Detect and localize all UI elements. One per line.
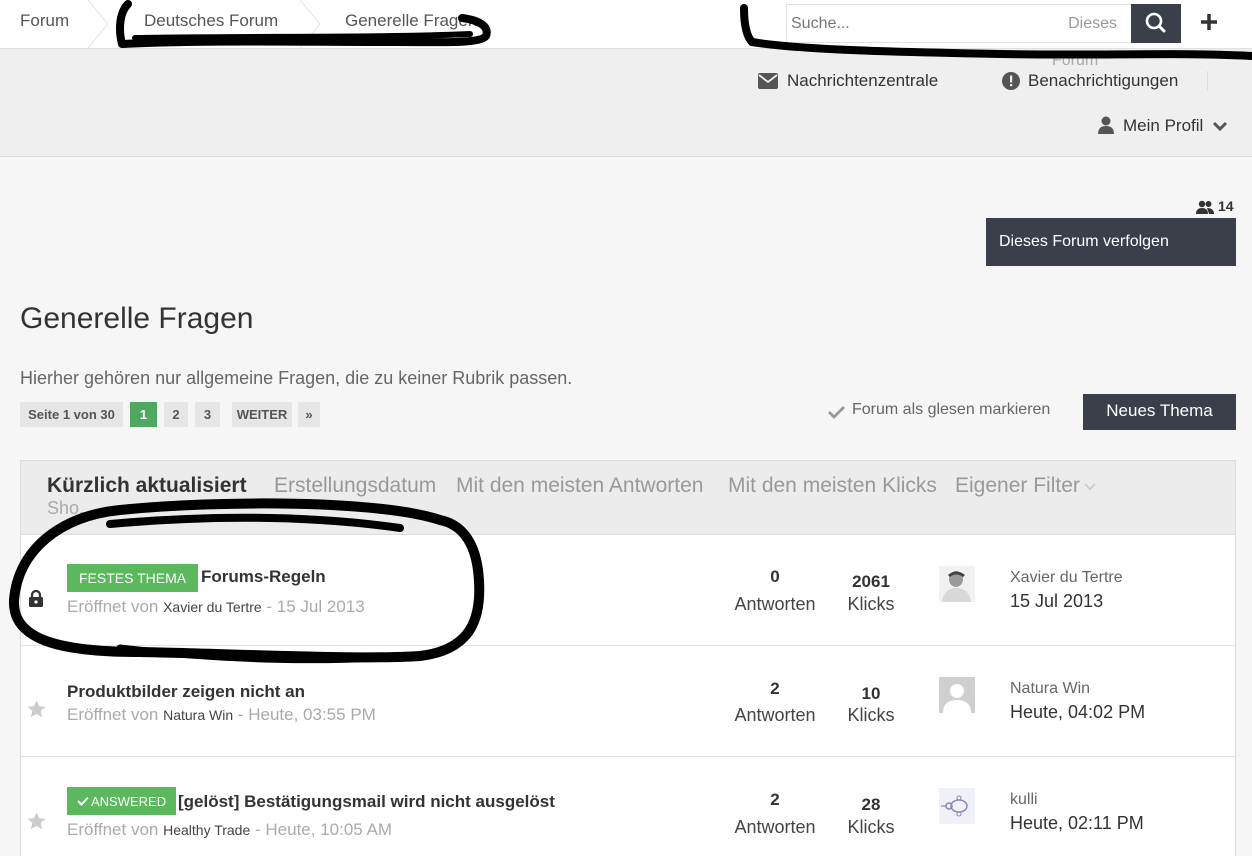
topic-title-link[interactable]: Forums-Regeln (201, 567, 326, 587)
profile-menu[interactable]: Mein Profil (1123, 116, 1203, 136)
search-box: Dieses (786, 4, 1132, 43)
search-icon (1145, 12, 1166, 33)
tab-custom-filter[interactable]: Eigener Filter (955, 474, 1080, 498)
topic-date: - Heute, 03:55 PM (237, 705, 376, 724)
last-post-user[interactable]: Natura Win (1010, 680, 1090, 698)
view-label: Klicks (847, 594, 895, 614)
top-bar: Forum Deutsches Forum Generelle Fragen D… (0, 0, 1252, 49)
view-count: 10 (861, 684, 881, 703)
user-photo-icon (939, 566, 975, 602)
reply-count: 0 (770, 567, 780, 586)
topic-row[interactable]: ANSWERED [gelöst] Bestätigungsmail wird … (21, 757, 1235, 856)
view-count: 28 (861, 795, 881, 814)
last-post-user[interactable]: Xavier du Tertre (1010, 569, 1123, 587)
tab-creation-date[interactable]: Erstellungsdatum (274, 474, 436, 498)
envelope-icon (758, 73, 778, 89)
followers-icon (1196, 200, 1214, 214)
topic-meta: Eröffnet von Natura Win - Heute, 03:55 P… (67, 705, 376, 725)
tab-most-replies[interactable]: Mit den meisten Antworten (456, 474, 703, 498)
star-icon[interactable] (27, 700, 46, 718)
page-indicator: Seite 1 von 30 (20, 402, 123, 427)
view-label: Klicks (847, 705, 895, 725)
author-link[interactable]: Xavier du Tertre (163, 599, 262, 615)
fractal-avatar-icon (939, 788, 975, 824)
last-post-date[interactable]: 15 Jul 2013 (1010, 591, 1103, 612)
avatar[interactable] (939, 677, 975, 713)
follower-count: 14 (1218, 198, 1234, 214)
chevron-down-icon[interactable] (1084, 483, 1096, 491)
page-3-button[interactable]: 3 (195, 402, 220, 427)
opened-by-label: Eröffnet von (67, 820, 159, 839)
tab-recently-updated[interactable]: Kürzlich aktualisiert (47, 474, 247, 498)
divider (1207, 71, 1208, 91)
reply-count: 2 (770, 679, 780, 698)
last-post-date[interactable]: Heute, 04:02 PM (1010, 702, 1145, 723)
filter-sub-label: Sho... (47, 498, 95, 518)
view-label: Klicks (847, 817, 895, 837)
default-avatar-icon (939, 677, 975, 713)
alert-icon (1002, 72, 1020, 90)
avatar[interactable] (939, 566, 975, 602)
last-post-date[interactable]: Heute, 02:11 PM (1010, 813, 1144, 834)
opened-by-label: Eröffnet von (67, 705, 159, 724)
messages-link[interactable]: Nachrichtenzentrale (787, 71, 938, 91)
next-page-button[interactable]: WEITER (232, 402, 292, 427)
topic-meta: Eröffnet von Xavier du Tertre - 15 Jul 2… (67, 597, 365, 617)
breadcrumb-deutsches-forum[interactable]: Deutsches Forum (144, 11, 278, 31)
checkmark-icon (828, 406, 845, 419)
page-title: Generelle Fragen (20, 302, 254, 335)
author-link[interactable]: Natura Win (163, 707, 233, 723)
topic-date: - 15 Jul 2013 (266, 597, 365, 616)
reply-label: Antworten (734, 594, 816, 614)
view-count: 2061 (852, 572, 890, 591)
star-icon[interactable] (27, 812, 46, 830)
breadcrumb-separator-icon (88, 0, 108, 48)
create-button[interactable] (1192, 6, 1226, 40)
avatar[interactable] (939, 788, 975, 824)
pinned-badge: FESTES THEMA (67, 564, 199, 592)
topic-list: Kürzlich aktualisiert Erstellungsdatum M… (20, 460, 1236, 856)
user-header: Forum Nachrichtenzentrale Benachrichtigu… (0, 49, 1252, 157)
follow-forum-button[interactable]: Dieses Forum verfolgen (986, 218, 1236, 266)
topic-meta: Eröffnet von Healthy Trade - Heute, 10:0… (67, 820, 392, 840)
topic-title-link[interactable]: [gelöst] Bestätigungsmail wird nicht aus… (178, 792, 555, 812)
answered-label: ANSWERED (91, 794, 167, 809)
reply-label: Antworten (734, 817, 816, 837)
author-link[interactable]: Healthy Trade (163, 822, 250, 838)
chevron-down-icon[interactable] (1212, 121, 1228, 132)
mark-read-link[interactable]: Forum als glesen markieren (852, 401, 1050, 419)
search-button[interactable] (1131, 4, 1181, 43)
reply-label: Antworten (734, 705, 816, 725)
breadcrumb-forum[interactable]: Forum (20, 11, 69, 31)
topic-row[interactable]: Produktbilder zeigen nicht an Eröffnet v… (21, 646, 1235, 757)
checkmark-icon (77, 796, 89, 806)
answered-badge: ANSWERED (67, 787, 177, 815)
lock-icon (29, 590, 43, 607)
search-scope[interactable]: Dieses (1068, 15, 1117, 33)
search-input[interactable] (787, 5, 1057, 42)
notifications-link[interactable]: Benachrichtigungen (1028, 71, 1178, 91)
breadcrumb-separator-icon (300, 0, 320, 48)
last-post-user[interactable]: kulli (1010, 791, 1038, 809)
new-topic-button[interactable]: Neues Thema (1083, 394, 1236, 430)
breadcrumb-generelle-fragen[interactable]: Generelle Fragen (345, 11, 477, 31)
topic-date: - Heute, 10:05 AM (255, 820, 393, 839)
user-icon (1098, 116, 1114, 134)
filter-bar: Kürzlich aktualisiert Erstellungsdatum M… (21, 461, 1235, 535)
search-scope-overflow: Forum (1052, 52, 1099, 69)
plus-icon (1201, 14, 1217, 30)
opened-by-label: Eröffnet von (67, 597, 159, 616)
page-1-button[interactable]: 1 (130, 402, 157, 427)
forum-description: Hierher gehören nur allgemeine Fragen, d… (20, 368, 573, 388)
topic-row[interactable]: FESTES THEMA Forums-Regeln Eröffnet von … (21, 535, 1235, 646)
topic-title-link[interactable]: Produktbilder zeigen nicht an (67, 682, 305, 702)
page-2-button[interactable]: 2 (164, 402, 188, 427)
reply-count: 2 (770, 790, 780, 809)
last-page-button[interactable]: » (298, 402, 320, 427)
tab-most-views[interactable]: Mit den meisten Klicks (728, 474, 937, 498)
